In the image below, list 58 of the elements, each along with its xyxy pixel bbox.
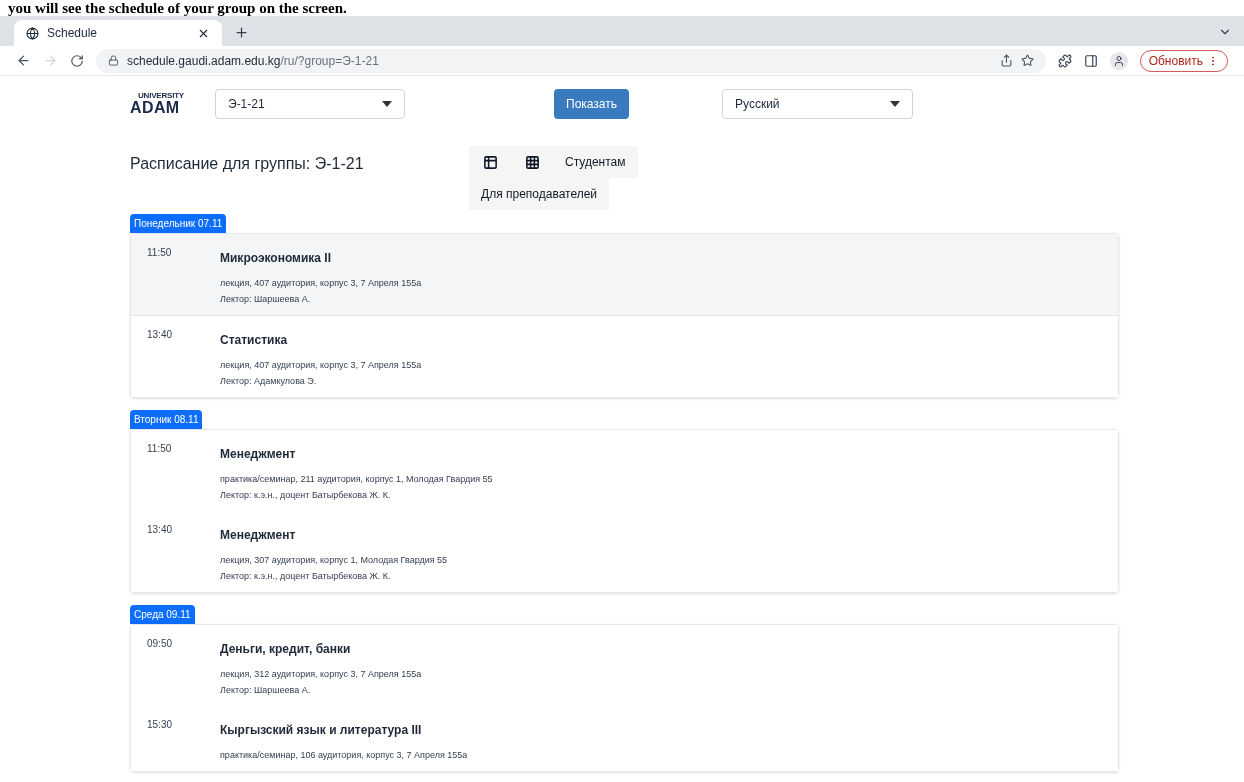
tab-title: Schedule <box>47 25 99 42</box>
lesson-details: лекция, 407 аудитория, корпус 3, 7 Апреля 155а <box>220 359 422 372</box>
new-tab-icon[interactable] <box>234 25 249 40</box>
lesson-lecturer: Лектор: Шаршеева А. <box>220 293 312 306</box>
schedule-title: Расписание для группы: Э-1-21 <box>130 154 365 174</box>
day-label: Понедельник 07.11 <box>130 214 227 233</box>
grid-icon <box>524 154 540 170</box>
lesson-time: 11:50 <box>147 442 173 456</box>
profile-avatar[interactable] <box>1109 51 1128 70</box>
browser-tab[interactable]: Schedule <box>14 20 222 46</box>
lesson-subject: Менеджмент <box>220 446 297 463</box>
show-button[interactable]: Показать <box>554 89 629 119</box>
lesson-lecturer: Лектор: Шаршеева А. <box>220 684 312 697</box>
lesson-lecturer: Лектор: Адамкулова Э. <box>220 375 318 388</box>
lesson-details: лекция, 407 аудитория, корпус 3, 7 Апреля 155а <box>220 277 422 290</box>
lesson-lecturer: Лектор: к.э.н., доцент Батырбекова Ж. К. <box>220 570 392 583</box>
lesson-time: 09:50 <box>147 637 174 651</box>
logo: UNIVERSITY ADAM <box>130 92 185 116</box>
document-text: you will see the schedule of your group on the screen. <box>7 0 348 16</box>
lesson-row[interactable]: 11:50 Менеджмент практика/семинар, 211 аудитория, корпус 1, Молодая Гвардия 55 Лектор: к.э.н., доцент Батырбекова Ж. К. <box>131 430 1118 511</box>
lesson-row[interactable]: 13:40 Менеджмент лекция, 307 аудитория, корпус 1, Молодая Гвардия 55 Лектор: к.э.н., доцент Батырбекова Ж. К. <box>131 511 1118 592</box>
lesson-subject: Менеджмент <box>220 527 297 544</box>
lesson-time: 11:50 <box>147 246 173 260</box>
lesson-row[interactable]: 11:50 Микроэкономика II лекция, 407 аудитория, корпус 3, 7 Апреля 155а Лектор: Шаршеева А. <box>131 234 1118 316</box>
list-icon <box>482 154 498 170</box>
language-select[interactable]: Русский <box>722 89 913 119</box>
lesson-row[interactable]: 13:40 Статистика лекция, 407 аудитория, корпус 3, 7 Апреля 155а Лектор: Адамкулова Э. <box>131 316 1118 397</box>
url-field[interactable]: schedule.gaudi.adam.edu.kg/ru/?group=Э-1-21 <box>96 48 1046 73</box>
lesson-time: 13:40 <box>147 328 174 342</box>
share-icon[interactable] <box>999 54 1013 67</box>
reload-icon[interactable] <box>70 53 84 68</box>
lesson-details: практика/семинар, 211 аудитория, корпус 1, Молодая Гвардия 55 <box>220 473 493 486</box>
lesson-time: 15:30 <box>147 718 174 732</box>
lesson-details: практика/семинар, 106 аудитория, корпус 3, 7 Апреля 155а <box>220 749 468 762</box>
lesson-subject: Микроэкономика II <box>220 250 333 267</box>
lesson-subject: Статистика <box>220 332 289 349</box>
url-text: schedule.gaudi.adam.edu.kg/ru/?group=Э-1-21 <box>127 52 380 70</box>
audience-button[interactable]: Студентам <box>553 146 638 178</box>
lesson-details: лекция, 312 аудитория, корпус 3, 7 Апреля 155а <box>220 668 422 681</box>
lesson-subject: Кыргызский язык и литература III <box>220 722 423 739</box>
day-label: Вторник 08.11 <box>130 410 203 429</box>
lesson-subject: Деньги, кредит, банки <box>220 641 352 658</box>
puzzle-icon[interactable] <box>1057 53 1072 68</box>
lesson-time: 13:40 <box>147 523 174 537</box>
lesson-lecturer: Лектор: к.э.н., доцент Батырбекова Ж. К. <box>220 489 392 502</box>
lesson-details: лекция, 307 аудитория, корпус 1, Молодая Гвардия 55 <box>220 554 448 567</box>
back-icon[interactable] <box>16 53 31 68</box>
star-icon[interactable] <box>1020 54 1034 67</box>
caret-icon <box>890 101 900 107</box>
audience-button[interactable]: Для преподавателей <box>469 178 610 210</box>
side-panel-icon[interactable] <box>1083 53 1098 68</box>
globe-icon <box>26 26 39 40</box>
lock-icon <box>108 55 119 66</box>
lesson-row[interactable]: 15:30 Кыргызский язык и литература III практика/семинар, 106 аудитория, корпус 3, 7 Апреля 155а <box>131 706 1118 771</box>
lesson-row[interactable]: 09:50 Деньги, кредит, банки лекция, 312 аудитория, корпус 3, 7 Апреля 155а Лектор: Шаршеева А. <box>131 625 1118 706</box>
day-label: Среда 09.11 <box>130 605 195 624</box>
group-select[interactable]: Э-1-21 <box>215 89 405 119</box>
caret-icon <box>382 101 392 107</box>
